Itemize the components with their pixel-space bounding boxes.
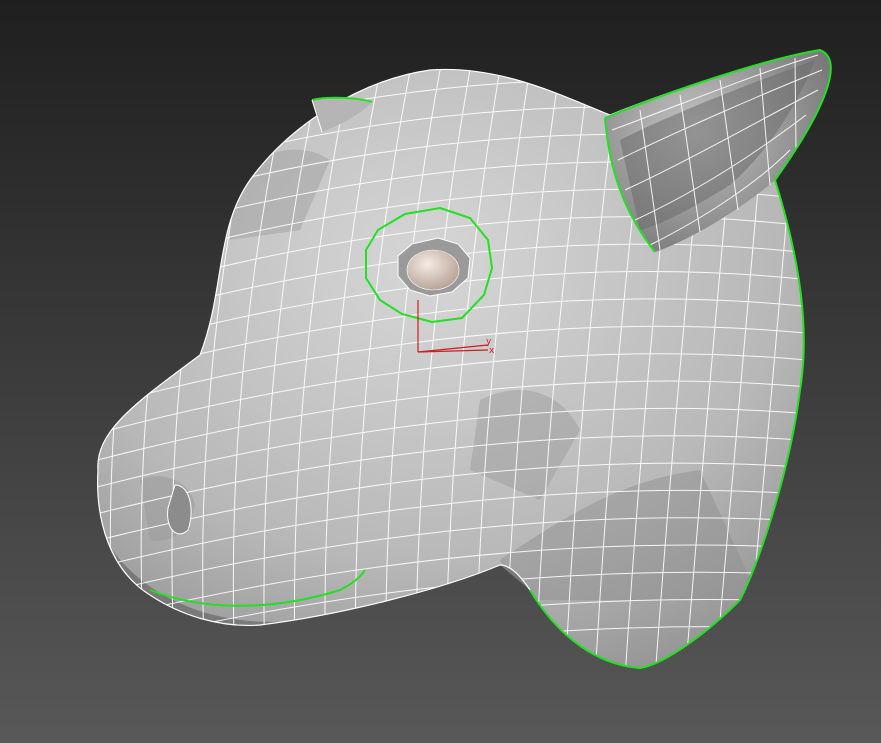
3d-viewport[interactable]: y x: [0, 0, 881, 743]
eyeball-mesh[interactable]: [406, 249, 460, 291]
viewport-canvas[interactable]: y x: [0, 0, 881, 743]
gizmo-x-label: x: [489, 346, 495, 356]
